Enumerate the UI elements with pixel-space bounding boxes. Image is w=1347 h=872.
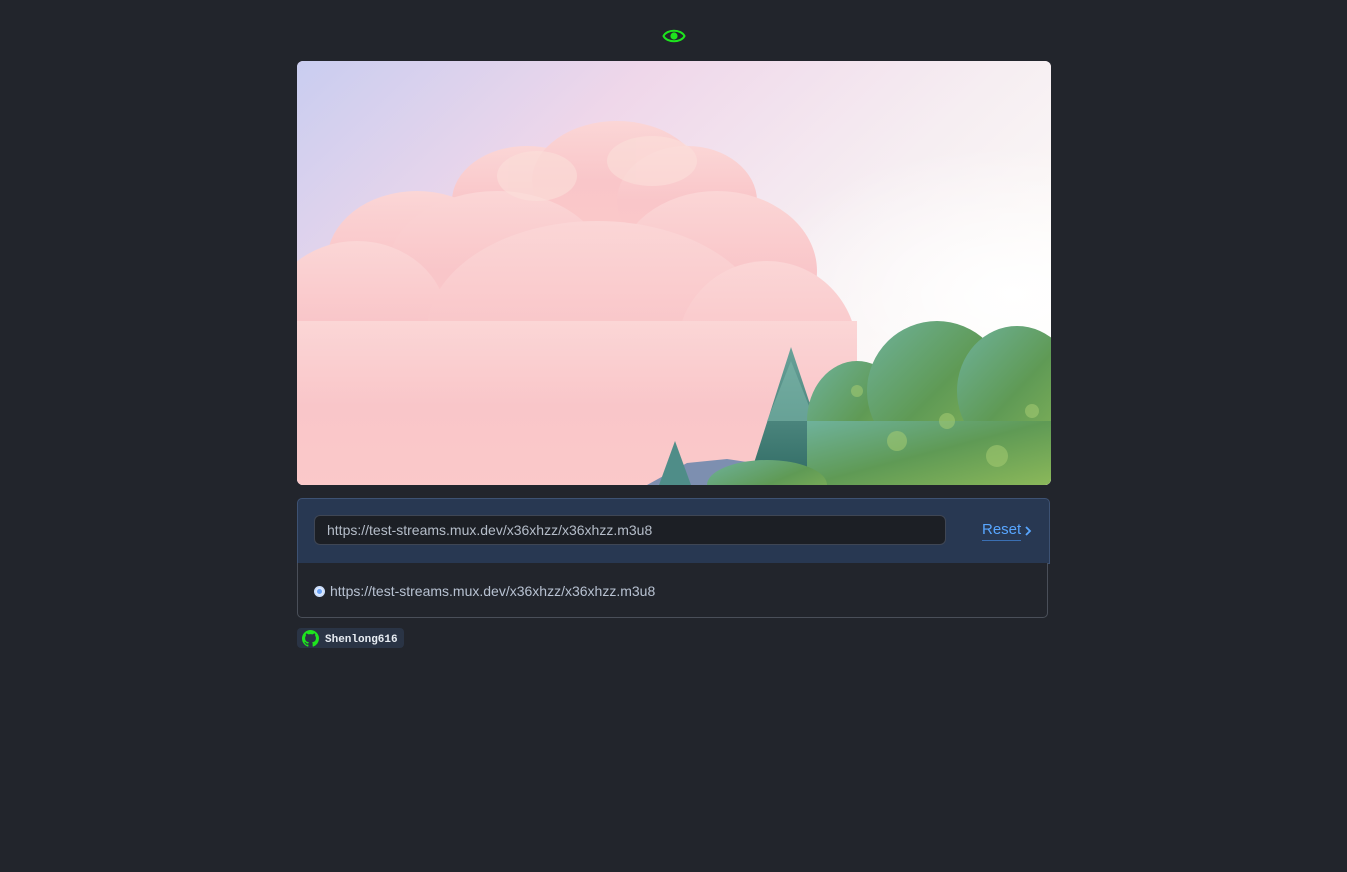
radio-selected-icon[interactable] [314,585,325,597]
video-player[interactable] [297,61,1051,485]
reset-button[interactable]: Reset [982,521,1033,541]
github-link[interactable]: Shenlong616 [297,628,404,648]
github-username: Shenlong616 [325,633,398,646]
stream-url-input[interactable] [314,515,946,545]
eye-icon [662,25,686,47]
github-icon [302,629,319,647]
stream-control-panel: Reset [297,498,1050,564]
list-item-label: https://test-streams.mux.dev/x36xhzz/x36… [330,583,656,599]
list-item[interactable]: https://test-streams.mux.dev/x36xhzz/x36… [314,583,655,599]
stream-history-list: https://test-streams.mux.dev/x36xhzz/x36… [297,563,1048,618]
video-frame [297,61,1051,485]
reset-label: Reset [982,521,1022,541]
chevron-right-icon [1025,526,1032,536]
